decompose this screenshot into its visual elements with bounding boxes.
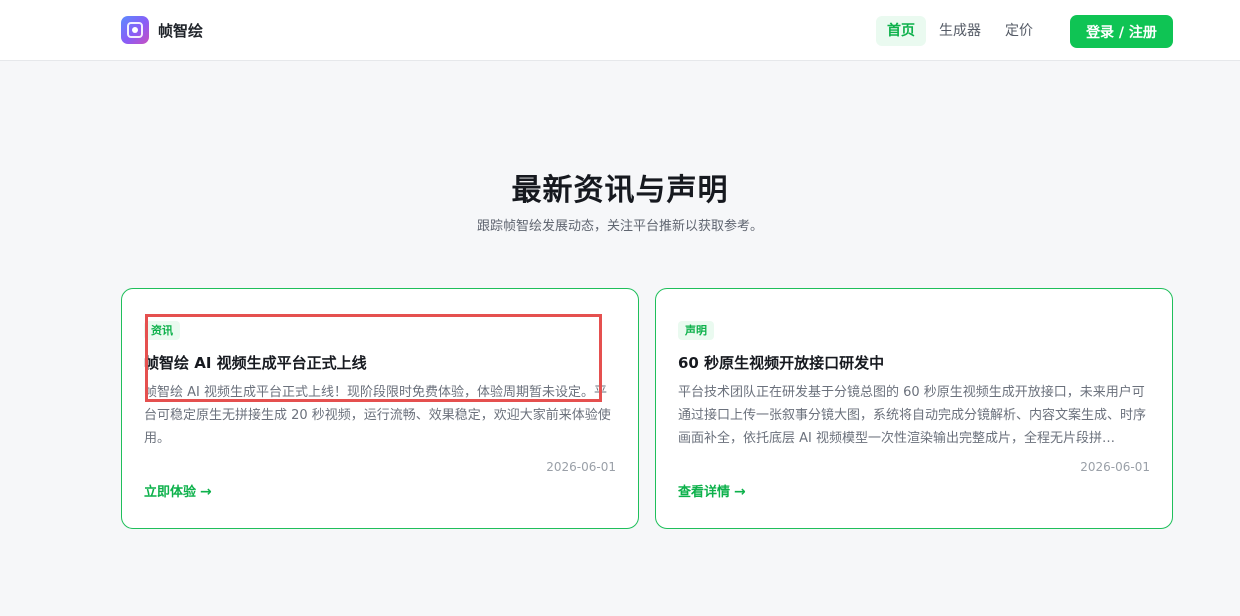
logo-icon (121, 16, 149, 44)
page-subtitle: 跟踪帧智绘发展动态，关注平台推新以获取参考。 (476, 219, 763, 234)
card-title: 帧智绘 AI 视频生成平台正式上线 (144, 354, 367, 372)
try-now-link[interactable]: 立即体验 → (144, 481, 212, 500)
news-tag: 资讯 (144, 321, 180, 340)
card-description: 帧智绘 AI 视频生成平台正式上线！现阶段限时免费体验，体验周期暂未设定。平台可… (144, 385, 611, 446)
page-title: 最新资讯与声明 (511, 173, 729, 208)
nav-home[interactable]: 首页 (876, 16, 926, 46)
nav-pricing[interactable]: 定价 (994, 16, 1044, 46)
top-header: 帧智绘 首页 生成器 定价 登录 / 注册 (0, 0, 1240, 61)
arrow-right-icon: → (200, 484, 212, 500)
brand-name: 帧智绘 (158, 21, 204, 40)
brand[interactable]: 帧智绘 (121, 16, 203, 44)
nav-generator[interactable]: 生成器 (928, 16, 992, 46)
link-label: 立即体验 (144, 485, 197, 500)
arrow-right-icon: → (734, 484, 746, 500)
news-card-api: 声明 60 秒原生视频开放接口研发中 平台技术团队正在研发基于分镜总图的 60 … (655, 288, 1173, 529)
card-date: 2026-06-01 (546, 460, 616, 474)
view-details-link[interactable]: 查看详情 → (678, 481, 746, 500)
card-title: 60 秒原生视频开放接口研发中 (678, 354, 885, 372)
login-register-button[interactable]: 登录 / 注册 (1070, 15, 1173, 48)
main-nav: 首页 生成器 定价 (876, 16, 1046, 46)
card-date: 2026-06-01 (1080, 460, 1150, 474)
statement-tag: 声明 (678, 321, 714, 340)
card-description: 平台技术团队正在研发基于分镜总图的 60 秒原生视频生成开放接口，未来用户可通过… (678, 385, 1147, 446)
news-card-launch: 资讯 帧智绘 AI 视频生成平台正式上线 帧智绘 AI 视频生成平台正式上线！现… (121, 288, 639, 529)
link-label: 查看详情 (678, 485, 731, 500)
